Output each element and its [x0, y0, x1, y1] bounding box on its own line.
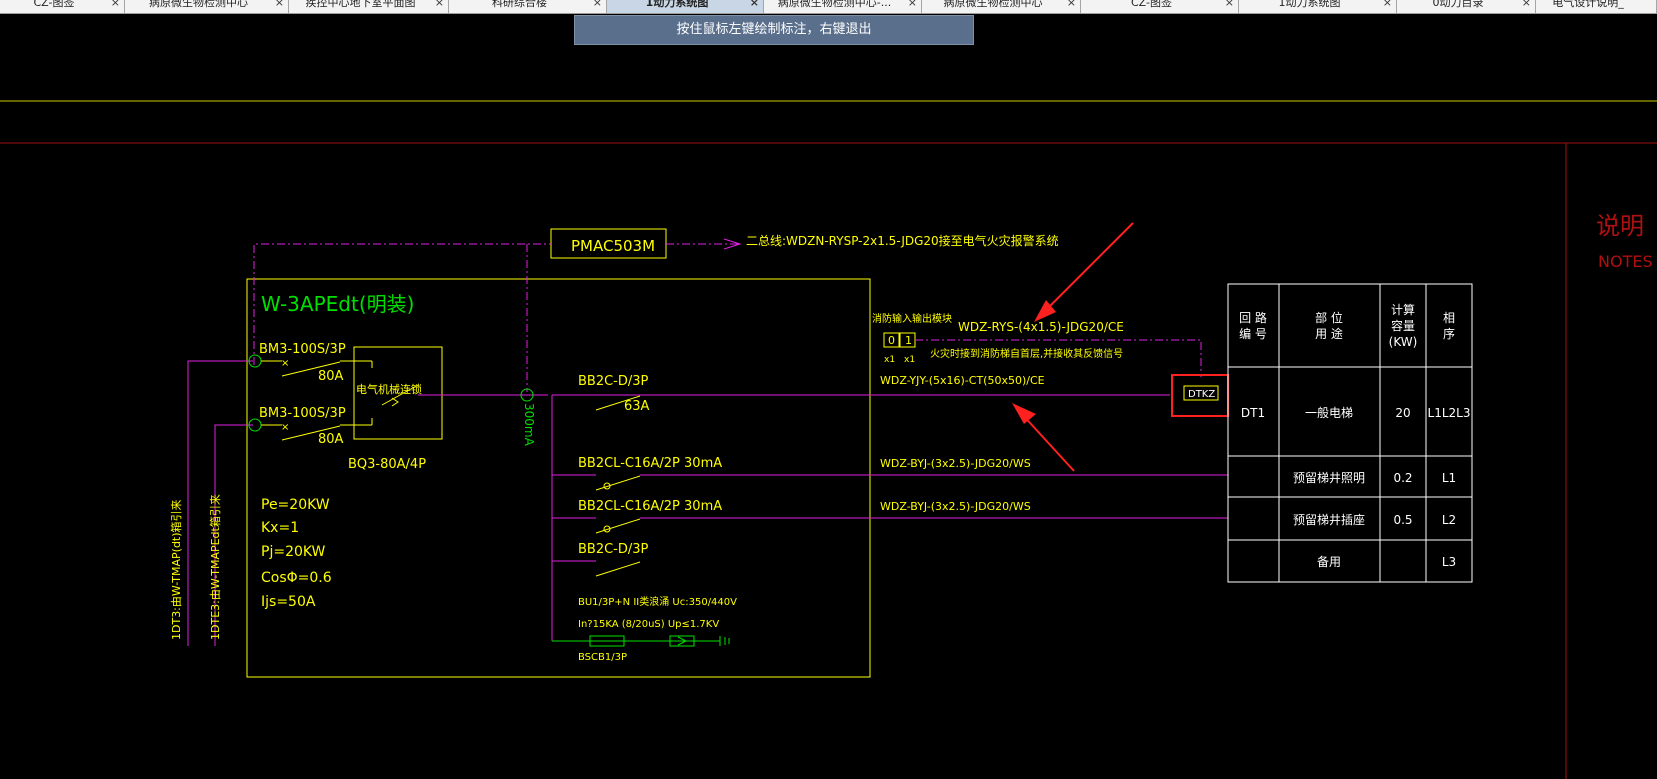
spare-contact: [595, 561, 641, 577]
ats-arrow: [391, 397, 399, 407]
pmac-label: PMAC503M: [571, 237, 655, 255]
spd-label-1: BU1/3P+N II类浪涌 Uc:350/440V: [578, 595, 737, 608]
feeder-label-2: 1DTE3:由W-TMAPEdt箱引来: [208, 494, 222, 640]
param-cos: CosΦ=0.6: [261, 570, 332, 586]
table-cell: L1L2L3: [1428, 406, 1471, 420]
ats-interlock-label: 电气机械连锁: [356, 382, 422, 396]
fire-note: 火灾时接到消防梯自首层,并接收其反馈信号: [930, 347, 1123, 360]
table-cell: 备用: [1317, 555, 1341, 569]
module-box-2-label: 1: [905, 334, 912, 347]
table-cell: 预留梯井照明: [1293, 471, 1365, 485]
table-cell: 0.5: [1393, 513, 1412, 527]
table-header-phase: 相序: [1443, 311, 1455, 341]
bb2cl2-label: BB2CL-C16A/2P 30mA: [578, 499, 722, 514]
bb2c-rating: 63A: [624, 399, 650, 414]
ct-label: 300mA: [522, 403, 536, 447]
breaker1-rating: 80A: [318, 369, 344, 384]
param-kx: Kx=1: [261, 520, 299, 536]
param-pe: Pe=20KW: [261, 497, 330, 513]
command-hint-banner: 按住鼠标左键绘制标注，右键退出: [574, 15, 974, 45]
panel-box: [246, 278, 871, 678]
branch1-contact: [595, 475, 641, 491]
table-header-usage: 部 位用 途: [1315, 310, 1343, 341]
breaker2-label: BM3-100S/3P: [259, 406, 346, 421]
bus-label: 二总线:WDZN-RYSP-2x1.5-JDG20接至电气火灾报警系统: [746, 233, 1059, 248]
breaker2-rating: 80A: [318, 432, 344, 447]
table-cell: 预留梯井插座: [1293, 512, 1365, 527]
table-cell: 20: [1395, 406, 1410, 420]
branch-cable-1-label: WDZ-BYJ-(3x2.5)-JDG20/WS: [880, 457, 1031, 470]
breaker1-label: BM3-100S/3P: [259, 342, 346, 357]
panel-title: W-3APEdt(明装): [261, 292, 414, 316]
branch2-contact: [595, 518, 641, 534]
cad-drawing-canvas[interactable]: W-3APEdt(明装) PMAC503M 二总线:WDZN-RYSP-2x1.…: [0, 0, 1657, 779]
notes-cn: 说明: [1596, 212, 1644, 240]
param-ijs: Ijs=50A: [261, 594, 316, 610]
table-cell: L1: [1442, 471, 1456, 485]
spd-label-2: In?15KA (8/20uS) Up≤1.7KV: [578, 619, 719, 630]
table-header-capacity: 计算容量(KW): [1389, 302, 1418, 349]
bb2cl1-label: BB2CL-C16A/2P 30mA: [578, 456, 722, 471]
table-header-circuit: 回 路编 号: [1239, 310, 1267, 341]
main-cable-label: WDZ-YJY-(5x16)-CT(50x50)/CE: [880, 374, 1045, 387]
module-box-1-label: 0: [888, 334, 895, 347]
table-cell: L2: [1442, 513, 1456, 527]
module-x1-a: x1: [884, 355, 895, 365]
branch-cable-2-label: WDZ-BYJ-(3x2.5)-JDG20/WS: [880, 500, 1031, 513]
feeder-label-1: 1DT3:由W-TMAP(dt)箱引来: [169, 499, 183, 640]
module-x1-b: x1: [904, 355, 915, 365]
table-cell: L3: [1442, 555, 1456, 569]
ats-label: BQ3-80A/4P: [348, 457, 426, 472]
bb2c-spare-label: BB2C-D/3P: [578, 542, 649, 557]
table-cell: 一般电梯: [1305, 405, 1353, 420]
red-arrow-2-head: [1012, 403, 1036, 424]
breaker1-mark: ×: [281, 358, 289, 369]
param-pj: Pj=20KW: [261, 544, 326, 560]
table-cell: DT1: [1241, 406, 1265, 420]
table-cell: 0.2: [1393, 471, 1412, 485]
notes-en: NOTES: [1598, 252, 1653, 271]
spd-label-3: BSCB1/3P: [578, 652, 627, 663]
rys-cable-label: WDZ-RYS-(4x1.5)-JDG20/CE: [958, 320, 1124, 334]
dtkz-label: DTKZ: [1188, 389, 1215, 400]
bb2c-label: BB2C-D/3P: [578, 374, 649, 389]
fire-module-label: 消防输入输出模块: [872, 312, 952, 325]
breaker2-mark: ×: [281, 422, 289, 433]
